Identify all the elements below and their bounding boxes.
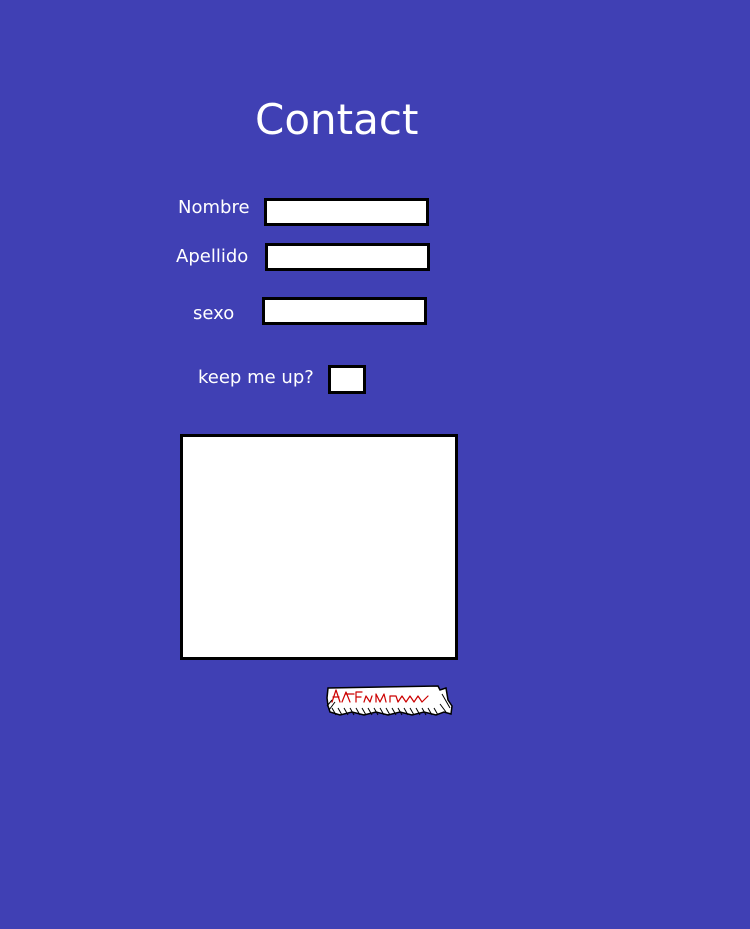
message-textarea[interactable] — [180, 434, 458, 660]
newsletter-checkbox[interactable] — [328, 365, 366, 394]
newsletter-label: keep me up? — [198, 367, 314, 388]
captcha-image — [326, 685, 453, 716]
sexo-input[interactable] — [262, 297, 427, 325]
page-title: Contact — [255, 95, 419, 144]
sexo-label: sexo — [193, 303, 235, 324]
nombre-label: Nombre — [178, 197, 250, 218]
nombre-input[interactable] — [264, 198, 429, 226]
apellido-input[interactable] — [265, 243, 430, 271]
apellido-label: Apellido — [176, 246, 249, 267]
